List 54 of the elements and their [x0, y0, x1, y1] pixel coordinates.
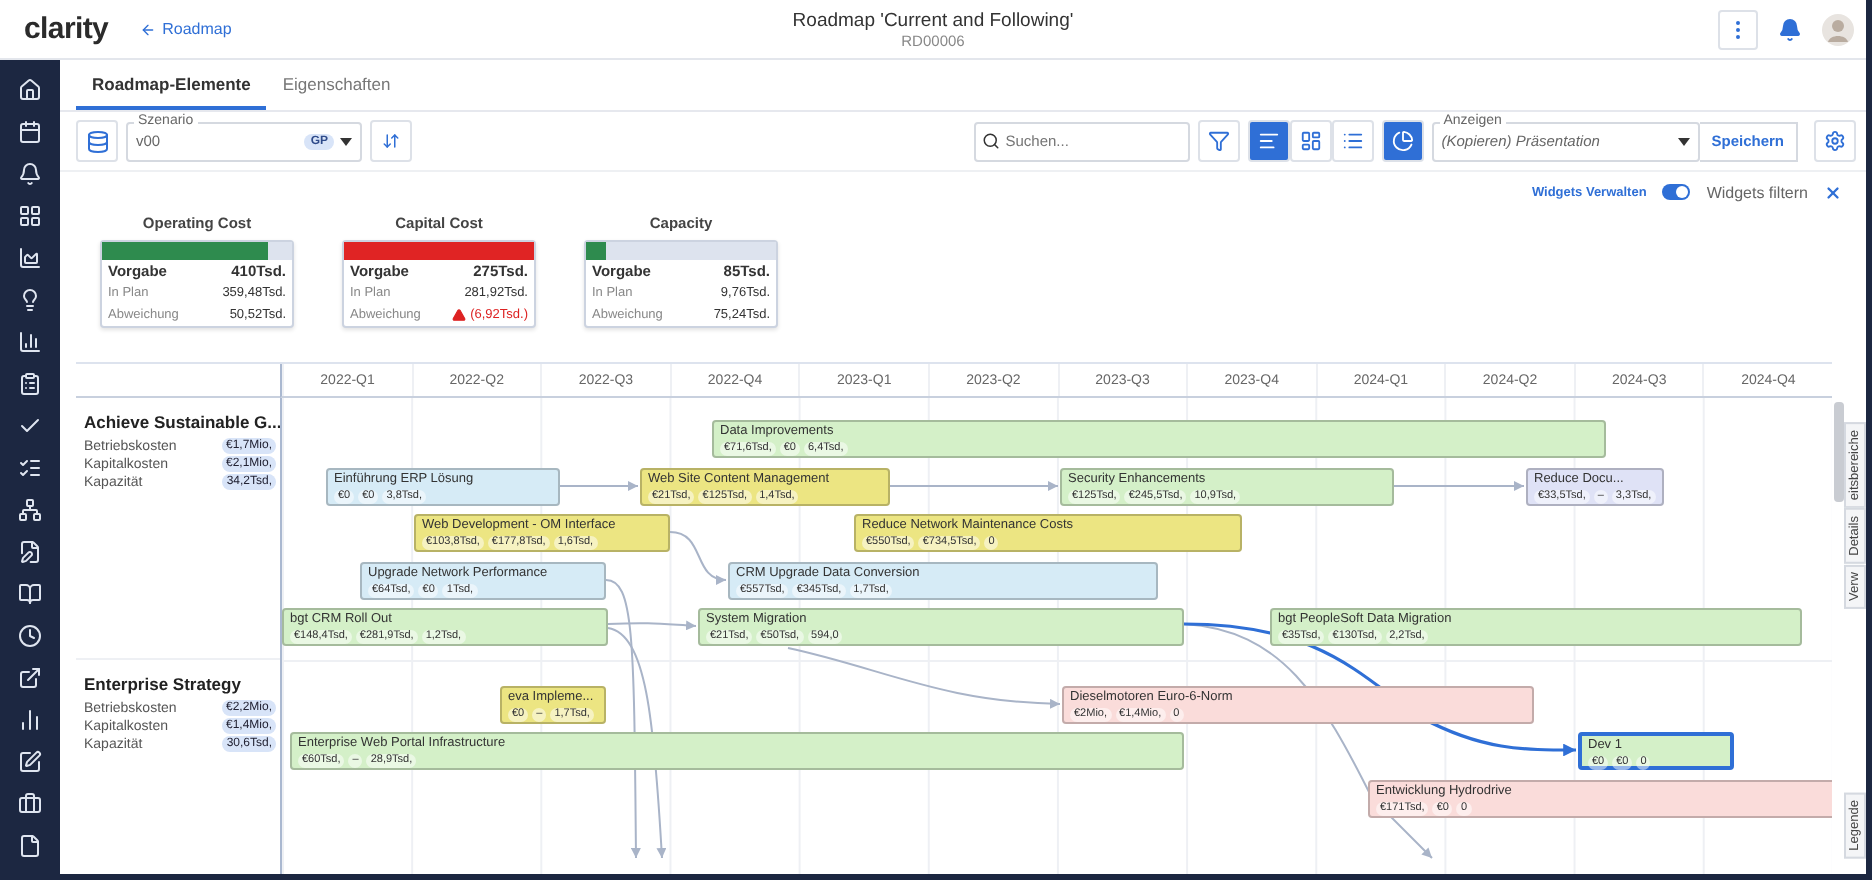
- lane-title: Enterprise Strategy: [84, 674, 243, 694]
- view-button[interactable]: [1247, 120, 1290, 162]
- widgets-toggle[interactable]: [1662, 184, 1691, 200]
- connector-line: [669, 531, 727, 584]
- back-arrow-icon: [140, 21, 157, 37]
- back-link[interactable]: Roadmap: [140, 20, 232, 38]
- arrows-icon: [382, 132, 400, 150]
- warning-icon: [452, 308, 467, 322]
- compare-button[interactable]: [370, 120, 412, 162]
- grid-icon[interactable]: [18, 203, 42, 227]
- scenario-button[interactable]: [76, 120, 118, 162]
- lightbulb-icon[interactable]: [18, 287, 42, 311]
- home-icon[interactable]: [18, 77, 42, 101]
- column-chart-icon[interactable]: [18, 707, 42, 731]
- check-icon[interactable]: [18, 413, 42, 437]
- connector-line: [559, 481, 639, 491]
- notification-icon[interactable]: [1778, 17, 1802, 41]
- more-button[interactable]: [1718, 9, 1758, 49]
- settings-icon: [1824, 130, 1846, 152]
- close-icon[interactable]: [1824, 183, 1842, 201]
- database-icon: [85, 129, 109, 153]
- checklist-icon[interactable]: [18, 455, 42, 479]
- toggle-label: Widgets filtern: [1706, 183, 1808, 201]
- lane-title: Achieve Sustainable G...: [84, 412, 276, 432]
- board-icon: [1299, 130, 1322, 152]
- caret-icon: [1677, 137, 1690, 145]
- share-icon[interactable]: [18, 665, 42, 689]
- hierarchy-icon[interactable]: [18, 497, 42, 521]
- filter-button[interactable]: [1197, 120, 1240, 162]
- area-chart-icon[interactable]: [18, 245, 42, 269]
- clipboard-icon[interactable]: [18, 371, 42, 395]
- page-title: Roadmap 'Current and Following': [792, 9, 1074, 31]
- gantt-icon: [1257, 130, 1280, 152]
- bell-icon[interactable]: [18, 161, 42, 185]
- bar-chart-icon[interactable]: [18, 329, 42, 353]
- caret-icon: [340, 137, 352, 145]
- file-edit-icon[interactable]: [18, 539, 42, 563]
- view-button[interactable]: [1331, 120, 1374, 162]
- calendar-icon[interactable]: [18, 119, 42, 143]
- briefcase-icon[interactable]: [18, 791, 42, 815]
- settings-button[interactable]: [1814, 120, 1856, 162]
- logo: clarity: [24, 12, 109, 46]
- clock-icon[interactable]: [18, 623, 42, 647]
- book-icon[interactable]: [18, 581, 42, 605]
- tab[interactable]: Eigenschaften: [266, 60, 407, 110]
- connector-line: [1393, 481, 1525, 491]
- view-button[interactable]: [1289, 120, 1332, 162]
- file-icon[interactable]: [18, 833, 42, 857]
- filter-icon: [1207, 130, 1230, 152]
- widgets-button[interactable]: [1381, 120, 1424, 162]
- pie-chart-icon: [1391, 130, 1414, 152]
- edit-icon[interactable]: [18, 749, 42, 773]
- scrollbar[interactable]: [1834, 402, 1844, 502]
- search-icon: [981, 131, 1000, 149]
